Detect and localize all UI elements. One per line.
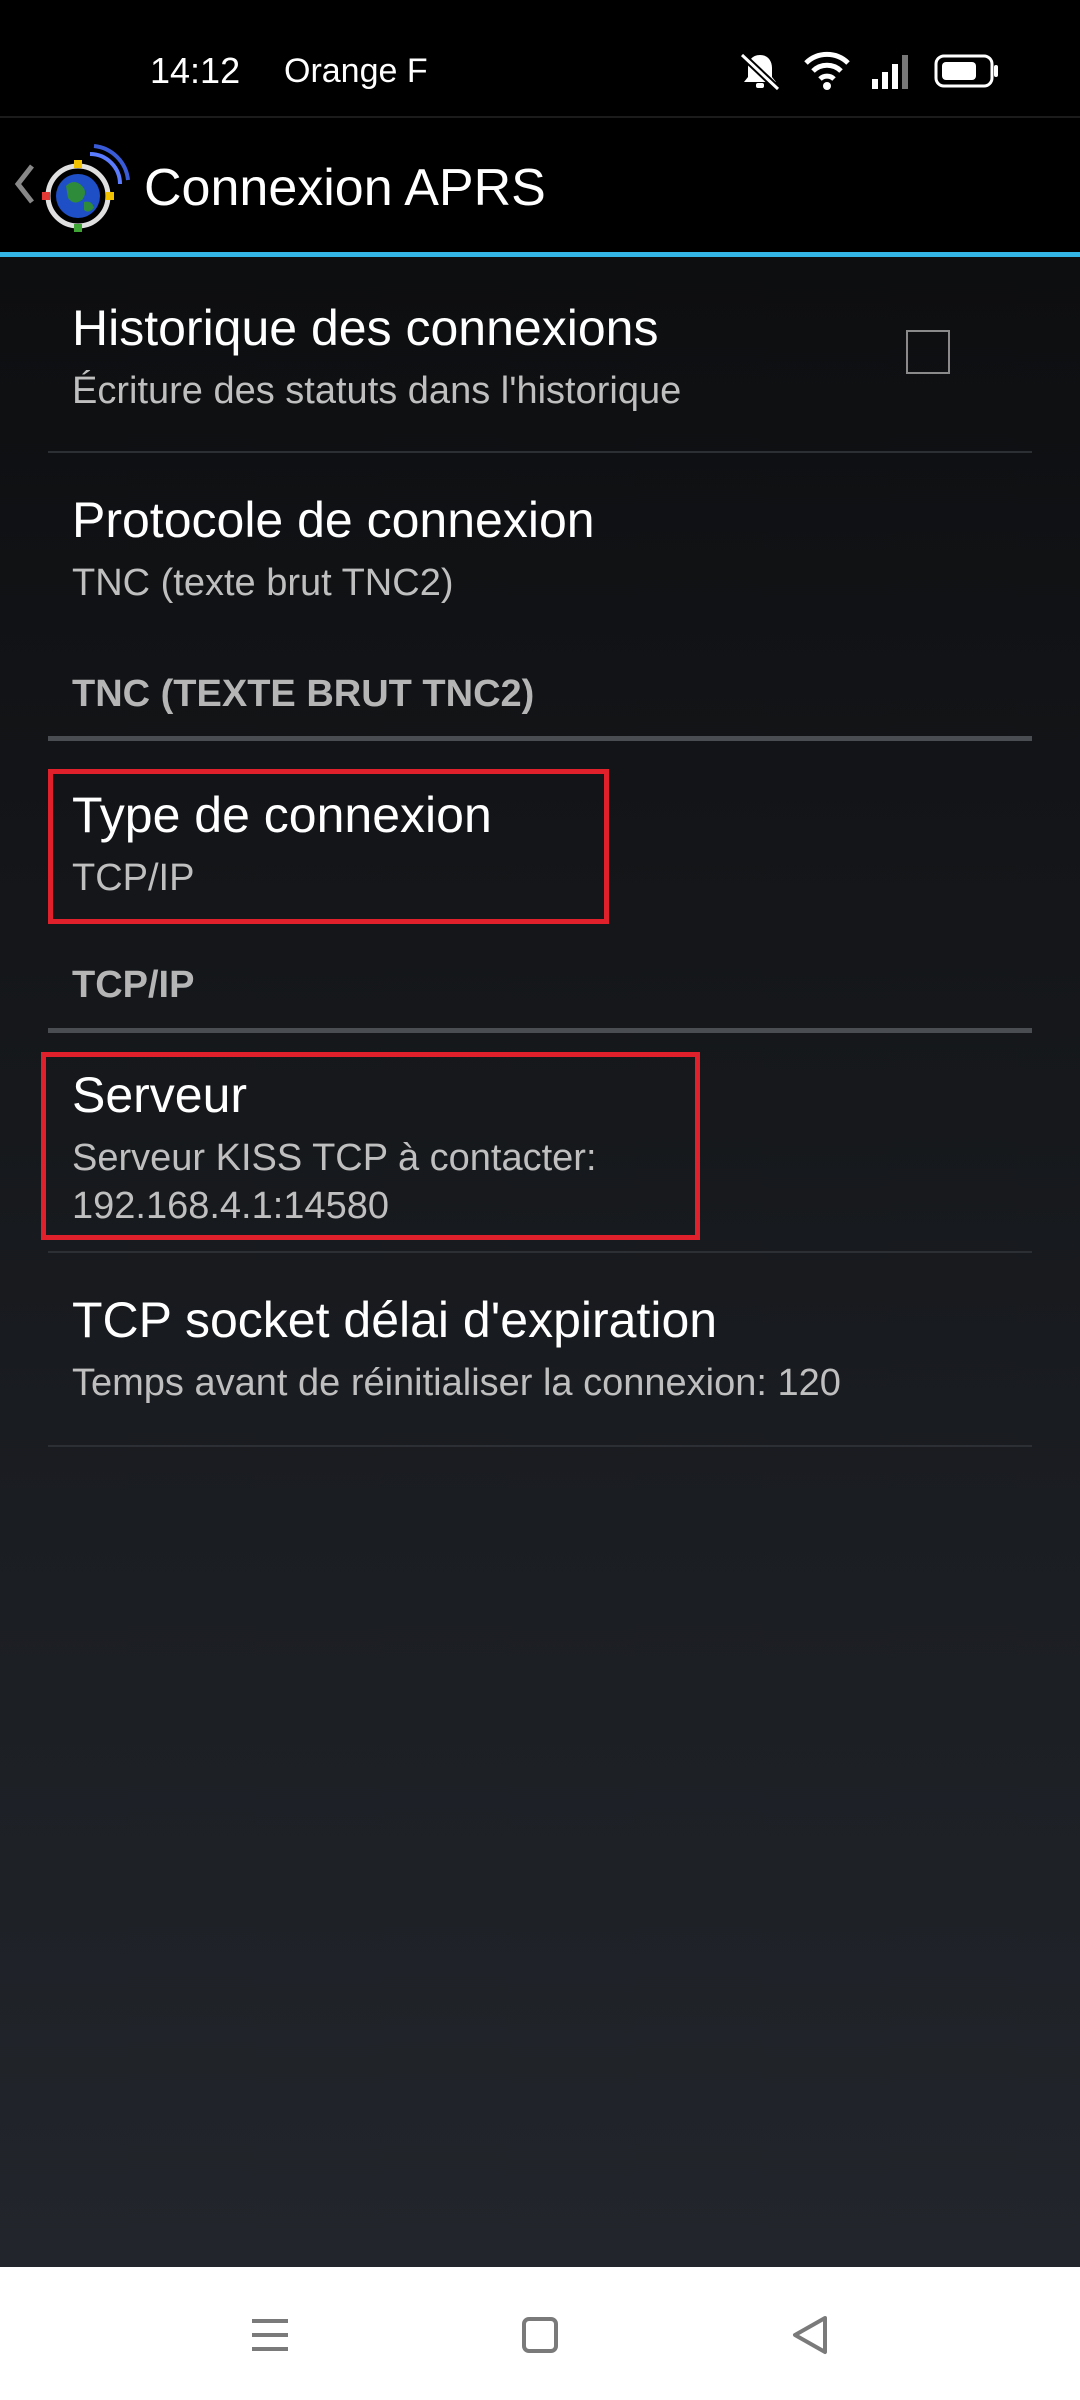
status-icons xyxy=(736,46,1000,96)
back-icon[interactable] xyxy=(780,2305,840,2365)
aprs-logo-icon[interactable] xyxy=(38,140,134,236)
status-time: 14:12 xyxy=(150,50,241,91)
status-carrier: Orange F xyxy=(284,52,428,90)
mute-icon xyxy=(736,51,784,91)
pref-history-summary: Écriture des statuts dans l'historique xyxy=(72,370,682,412)
wifi-icon xyxy=(804,51,850,91)
pref-timeout-summary: Temps avant de réinitialiser la connexio… xyxy=(72,1362,841,1404)
highlight-box-server xyxy=(41,1052,700,1240)
pref-protocol[interactable]: Protocole de connexion TNC (texte brut T… xyxy=(48,453,1032,643)
action-bar: Connexion APRS xyxy=(0,116,1080,252)
category-tnc: TNC (TEXTE BRUT TNC2) xyxy=(72,673,535,715)
home-icon[interactable] xyxy=(510,2305,570,2365)
pref-history-title: Historique des connexions xyxy=(72,300,659,356)
navigation-bar xyxy=(0,2267,1080,2400)
category-tcpip: TCP/IP xyxy=(72,964,195,1006)
menu-icon[interactable] xyxy=(240,2305,300,2365)
history-checkbox[interactable] xyxy=(906,330,950,374)
category-divider xyxy=(48,1028,1032,1033)
page-title: Connexion APRS xyxy=(144,159,546,217)
pref-protocol-title: Protocole de connexion xyxy=(72,492,595,548)
status-bar: 14:12 Orange F xyxy=(0,0,1080,116)
divider xyxy=(48,1445,1032,1447)
up-chevron-icon[interactable] xyxy=(12,158,38,215)
category-divider xyxy=(48,736,1032,741)
signal-icon xyxy=(870,51,914,91)
highlight-box-connection-type xyxy=(48,769,609,924)
battery-icon xyxy=(934,53,1000,89)
pref-protocol-summary: TNC (texte brut TNC2) xyxy=(72,562,454,604)
pref-timeout-title: TCP socket délai d'expiration xyxy=(72,1292,718,1348)
pref-history[interactable]: Historique des connexions Écriture des s… xyxy=(48,257,1032,453)
pref-timeout[interactable]: TCP socket délai d'expiration Temps avan… xyxy=(48,1253,1032,1445)
